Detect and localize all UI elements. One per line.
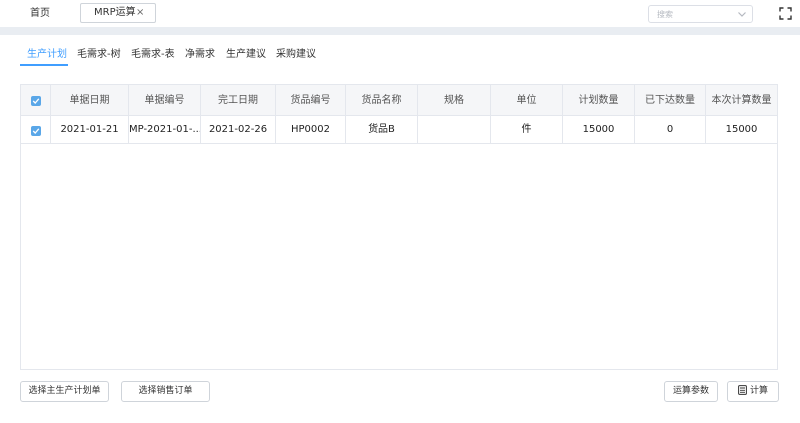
search-select[interactable]: [648, 5, 753, 23]
cell-doc-no: MP-2021-01-...: [129, 116, 201, 143]
cell-unit: 件: [491, 116, 563, 143]
calc-params-button[interactable]: 运算参数: [664, 381, 718, 402]
close-icon[interactable]: ×: [136, 4, 144, 22]
row-checkbox[interactable]: [31, 126, 41, 136]
cell-planned-qty: 15000: [563, 116, 635, 143]
tab-mrp-calc-label: MRP运算: [94, 7, 136, 18]
calculate-button[interactable]: 计算: [727, 381, 779, 402]
tab-gross-demand-tree[interactable]: 毛需求-树: [77, 48, 121, 62]
calculate-button-label: 计算: [749, 386, 768, 396]
tab-gross-demand-table[interactable]: 毛需求-表: [131, 48, 175, 62]
check-icon: [32, 98, 40, 104]
col-header-issued-qty[interactable]: 已下达数量: [635, 85, 706, 115]
cell-item-code: HP0002: [276, 116, 346, 143]
col-header-doc-no[interactable]: 单据编号: [129, 85, 201, 115]
col-header-finish-date[interactable]: 完工日期: [201, 85, 276, 115]
chevron-down-icon: [738, 12, 746, 17]
select-master-plan-button[interactable]: 选择主生产计划单: [20, 381, 109, 402]
tab-mrp-calc[interactable]: MRP运算 ×: [80, 3, 156, 23]
calculator-icon: [738, 384, 747, 395]
active-tab-indicator: [20, 64, 68, 66]
col-header-item-name[interactable]: 货品名称: [346, 85, 418, 115]
select-all-checkbox[interactable]: [31, 96, 41, 106]
table-header: 单据日期 单据编号 完工日期 货品编号 货品名称 规格 单位 计划数量 已下达数…: [21, 85, 777, 116]
col-header-calc-qty[interactable]: 本次计算数量: [706, 85, 777, 115]
home-tab[interactable]: 首页: [22, 4, 58, 23]
col-header-spec[interactable]: 规格: [418, 85, 491, 115]
row-select-cell: [21, 116, 51, 143]
col-header-item-code[interactable]: 货品编号: [276, 85, 346, 115]
cell-doc-date: 2021-01-21: [51, 116, 129, 143]
cell-finish-date: 2021-02-26: [201, 116, 276, 143]
production-plan-table: 单据日期 单据编号 完工日期 货品编号 货品名称 规格 单位 计划数量 已下达数…: [20, 84, 778, 370]
select-all-cell: [21, 85, 51, 115]
check-icon: [32, 128, 40, 134]
tab-production-plan[interactable]: 生产计划: [27, 48, 67, 62]
search-input[interactable]: [649, 6, 729, 22]
cell-calc-qty: 15000: [725, 124, 758, 135]
select-sales-order-button[interactable]: 选择销售订单: [121, 381, 210, 402]
col-header-planned-qty[interactable]: 计划数量: [563, 85, 635, 115]
table-row[interactable]: 2021-01-21 MP-2021-01-... 2021-02-26 HP0…: [21, 116, 777, 144]
col-header-unit[interactable]: 单位: [491, 85, 563, 115]
tab-net-demand[interactable]: 净需求: [185, 48, 215, 62]
tab-purchase-suggestion[interactable]: 采购建议: [276, 48, 316, 62]
tab-production-suggestion[interactable]: 生产建议: [226, 48, 266, 62]
col-header-doc-date[interactable]: 单据日期: [51, 85, 129, 115]
header-separator: [0, 27, 800, 35]
cell-issued-qty: 0: [635, 116, 706, 143]
cell-item-name: 货品B: [346, 116, 418, 143]
top-bar: 首页 MRP运算 ×: [0, 0, 800, 27]
cell-spec: [418, 116, 491, 143]
fullscreen-icon[interactable]: [779, 7, 792, 20]
